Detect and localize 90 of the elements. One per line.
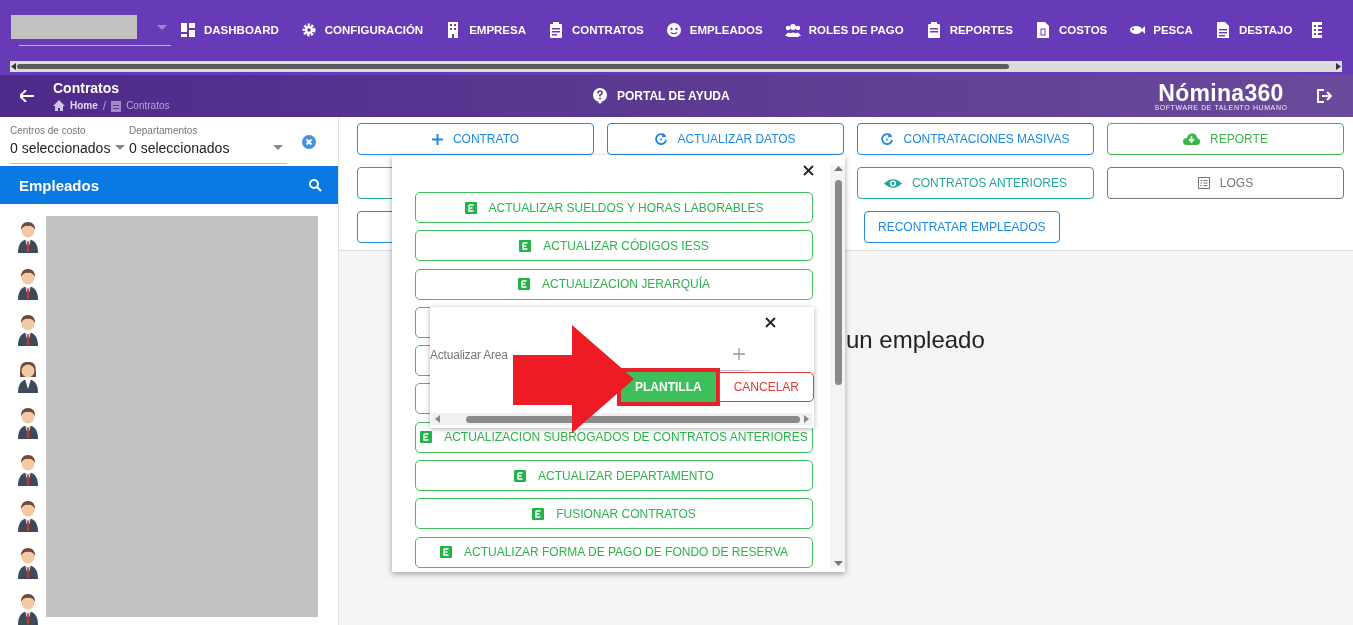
action-button[interactable]: CONTRATACIONES MASIVAS	[857, 123, 1094, 155]
left-arrow-icon	[435, 415, 440, 423]
avatar-icon	[17, 453, 39, 486]
up-arrow-icon	[834, 166, 843, 171]
spreadsheet-icon	[532, 507, 545, 520]
horizontal-scrollbar[interactable]	[10, 61, 1342, 72]
home-icon	[53, 100, 65, 111]
menu-item[interactable]: ACTUALIZAR SUELDOS Y HORAS LABORABLES	[415, 192, 813, 223]
menu-item[interactable]: FUSIONAR CONTRATOS	[415, 498, 813, 530]
avatar-icon	[17, 407, 39, 439]
help-icon	[593, 88, 607, 104]
avatar-icon	[17, 267, 39, 300]
right-arrow-icon	[1336, 63, 1341, 70]
horizontal-scrollbar[interactable]	[432, 413, 812, 425]
avatar-icon	[17, 593, 39, 625]
avatar-icon	[17, 314, 39, 346]
right-arrow-icon	[804, 415, 809, 423]
nav-item[interactable]: CONTRATOS	[548, 22, 644, 38]
action-button[interactable]: ACTUALIZAR DATOS	[607, 123, 844, 155]
action-button[interactable]: REPORTE	[1107, 123, 1344, 155]
group-icon	[784, 22, 801, 38]
refresh-icon	[881, 133, 894, 145]
spreadsheet-icon	[439, 546, 452, 559]
invoice-icon	[1034, 22, 1051, 38]
nav-item[interactable]: EMPRESA	[445, 22, 526, 38]
close-icon[interactable]	[803, 165, 814, 176]
action-button[interactable]: CONTRATOS ANTERIORES	[857, 167, 1094, 199]
nav-item[interactable]: COSTOS	[1034, 22, 1108, 38]
logo: Nómina360	[1158, 81, 1284, 104]
caret-icon	[157, 24, 167, 31]
nav-item[interactable]: DESTAJO	[1214, 22, 1293, 38]
vertical-scrollbar[interactable]	[830, 165, 845, 568]
nav-item[interactable]: ROLES DE PAGO	[784, 22, 904, 38]
avatar-icon	[17, 221, 39, 253]
field-label: Actualizar Area	[430, 348, 508, 362]
nav-item[interactable]: REPORTES	[925, 22, 1013, 38]
breadcrumb-link[interactable]: Home	[70, 100, 98, 111]
logout-icon[interactable]	[1317, 89, 1332, 103]
scrollbar-thumb[interactable]	[835, 180, 842, 385]
table-icon	[1312, 22, 1323, 38]
spreadsheet-icon	[519, 239, 532, 252]
filter-select[interactable]: Centros de costo 0 seleccionados	[10, 125, 129, 156]
plus-icon	[733, 348, 745, 360]
plus-icon	[431, 133, 443, 145]
breadcrumb-link[interactable]: Contratos	[126, 100, 170, 111]
clear-icon[interactable]	[302, 135, 316, 149]
spreadsheet-icon	[518, 278, 530, 291]
face-icon	[665, 22, 682, 38]
action-button[interactable]: CONTRATO	[357, 123, 594, 155]
menu-item[interactable]: ACTUALIZACION JERARQUÍA	[415, 268, 813, 300]
list-title: Empleados	[19, 176, 100, 194]
avatar-icon	[17, 360, 39, 393]
nav-item[interactable]: CONFIGURACIÓN	[300, 22, 424, 38]
breadcrumb-separator: /	[102, 98, 107, 113]
grid-icon	[180, 22, 196, 38]
menu-item[interactable]: ACTUALIZAR DEPARTAMENTO	[415, 460, 813, 492]
caret-icon	[115, 145, 125, 150]
clipboard-icon	[548, 22, 564, 38]
back-arrow-icon	[20, 90, 34, 102]
nav-item[interactable]: PESCA	[1129, 22, 1193, 38]
filter-select[interactable]: Departamentos 0 seleccionados	[129, 125, 287, 156]
document-icon	[1214, 22, 1231, 38]
page-title: Contratos	[53, 79, 121, 96]
avatar-icon	[17, 546, 39, 579]
nav-item[interactable]: DASHBOARD	[180, 22, 279, 38]
company-select[interactable]	[11, 14, 171, 46]
nav-item[interactable]: EMPLEADOS	[665, 22, 763, 38]
caret-icon	[273, 145, 283, 150]
menu-item[interactable]: ACTUALIZAR FORMA DE PAGO DE FONDO DE RESERVA	[415, 536, 813, 568]
close-icon[interactable]	[765, 317, 776, 328]
settings-icon	[300, 22, 317, 38]
cloud-download-icon	[1183, 133, 1201, 145]
left-arrow-icon	[11, 63, 16, 70]
refresh-icon	[655, 133, 668, 145]
empty-message: un empleado	[846, 326, 985, 353]
action-button[interactable]: RECONTRATAR EMPLEADOS	[864, 211, 1060, 243]
list-icon	[1197, 177, 1210, 189]
action-button[interactable]: LOGS	[1107, 167, 1344, 199]
avatar-icon	[17, 500, 39, 532]
eye-icon	[884, 177, 903, 189]
clipboard-icon	[925, 22, 942, 38]
spreadsheet-icon	[420, 431, 433, 444]
clipboard-icon	[111, 99, 122, 112]
cancel-button[interactable]: CANCELAR	[718, 372, 814, 402]
down-arrow-icon	[834, 561, 843, 566]
spreadsheet-icon	[464, 201, 477, 214]
help-portal-link[interactable]: PORTAL DE AYUDA	[593, 88, 730, 104]
menu-item[interactable]: ACTUALIZAR CÓDIGOS IESS	[415, 230, 813, 262]
search-icon[interactable]	[309, 178, 322, 192]
spreadsheet-icon	[514, 469, 527, 482]
